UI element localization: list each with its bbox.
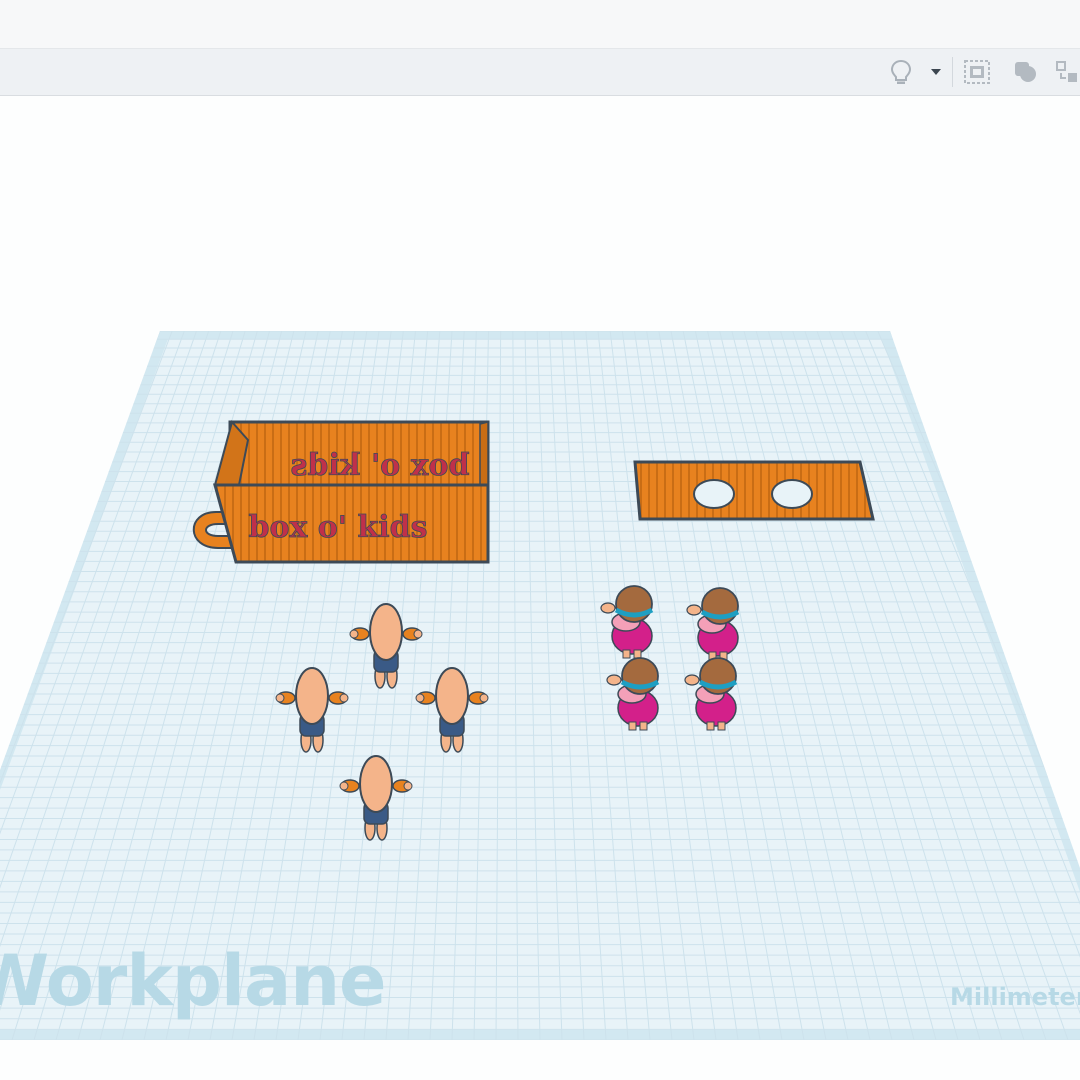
- toolbar-divider: [952, 57, 953, 87]
- workplane-label: Workplane: [0, 940, 387, 1022]
- group-icon[interactable]: [1006, 49, 1044, 95]
- units-label: Millimeters: [950, 983, 1080, 1011]
- lid-hole: [771, 479, 813, 509]
- workplane[interactable]: [0, 331, 1080, 1040]
- lid-plate: [633, 460, 875, 521]
- box-right-wall: [479, 421, 489, 493]
- box-front-text: box o' kids: [248, 510, 427, 545]
- lid-model[interactable]: [633, 460, 875, 521]
- align-icon[interactable]: [958, 49, 996, 95]
- box-back-text: box o' kids: [290, 448, 469, 483]
- 3d-viewport[interactable]: box o' kids box o' kids Workplane Millim…: [0, 96, 1080, 1080]
- box-model[interactable]: box o' kids box o' kids: [192, 419, 490, 564]
- scene-svg: box o' kids box o' kids: [0, 331, 1080, 1040]
- top-strip: [0, 0, 1080, 49]
- mirror-icon[interactable]: [1052, 49, 1080, 95]
- lightbulb-icon[interactable]: [884, 49, 918, 95]
- toolbar: [0, 49, 1080, 96]
- dropdown-arrow-icon[interactable]: [926, 49, 946, 95]
- lid-hole: [693, 479, 735, 509]
